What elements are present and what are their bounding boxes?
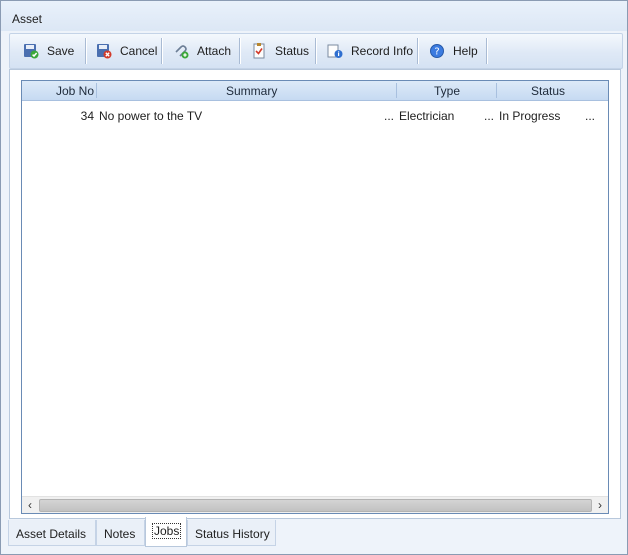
attach-button[interactable]: Attach [165, 35, 239, 67]
cancel-label: Cancel [120, 44, 158, 58]
window-title: Asset [12, 12, 43, 26]
cell-status: In Progress [499, 109, 561, 123]
tab-label: Status History [195, 527, 270, 541]
toolbar-separator [85, 38, 87, 64]
toolbar-separator [486, 38, 488, 64]
cell-job-no: 34 [80, 109, 94, 123]
title-bar: Asset [1, 1, 627, 31]
save-icon [24, 44, 39, 59]
asset-window: Asset Save Cancel Attach Status Record I… [0, 0, 628, 555]
cell-type: Electrician [399, 109, 455, 123]
horizontal-scrollbar[interactable]: ‹ › [22, 496, 608, 513]
cancel-button[interactable]: Cancel [88, 35, 165, 67]
column-header-summary[interactable]: Summary [226, 84, 277, 98]
record-info-button[interactable]: Record Info [319, 35, 421, 67]
column-header-job-no[interactable]: Job No [56, 84, 94, 98]
toolbar-separator [161, 38, 163, 64]
table-row[interactable]: 34 No power to the TV ... Electrician ..… [22, 107, 608, 125]
record-info-label: Record Info [351, 44, 414, 58]
jobs-grid: Job No Summary Type Status 34 No power t… [21, 80, 609, 514]
tab-asset-details[interactable]: Asset Details [8, 520, 96, 546]
status-checklist-icon [253, 43, 265, 59]
attach-icon [175, 45, 189, 59]
cell-ellipsis-button[interactable]: ... [585, 109, 595, 123]
tab-label: Jobs [151, 523, 182, 539]
toolbar: Save Cancel Attach Status Record Info ? … [9, 33, 623, 69]
status-label: Status [275, 44, 310, 58]
cell-ellipsis-button[interactable]: ... [484, 109, 494, 123]
save-button[interactable]: Save [15, 35, 82, 67]
column-divider[interactable] [496, 83, 497, 98]
tab-content-panel: Job No Summary Type Status 34 No power t… [9, 69, 621, 519]
tab-status-history[interactable]: Status History [187, 520, 276, 546]
tab-jobs[interactable]: Jobs [145, 517, 187, 547]
record-info-icon [327, 44, 343, 58]
scroll-right-icon[interactable]: › [592, 497, 608, 513]
toolbar-separator [315, 38, 317, 64]
scroll-left-icon[interactable]: ‹ [22, 497, 38, 513]
help-button[interactable]: ? Help [421, 35, 486, 67]
svg-text:?: ? [434, 47, 439, 58]
status-button[interactable]: Status [243, 35, 317, 67]
attach-label: Attach [197, 44, 232, 58]
tab-label: Asset Details [16, 527, 87, 541]
column-header-type[interactable]: Type [434, 84, 460, 98]
column-divider[interactable] [396, 83, 397, 98]
column-divider[interactable] [96, 83, 97, 98]
tab-notes[interactable]: Notes [96, 520, 145, 546]
cell-summary: No power to the TV [99, 109, 203, 123]
cancel-icon [97, 44, 112, 59]
column-header-status[interactable]: Status [531, 84, 565, 98]
save-label: Save [47, 44, 75, 58]
help-label: Help [453, 44, 478, 58]
tab-label: Notes [104, 527, 136, 541]
toolbar-separator [417, 38, 419, 64]
cell-ellipsis-button[interactable]: ... [384, 109, 394, 123]
scrollbar-thumb[interactable] [39, 499, 592, 512]
toolbar-separator [239, 38, 241, 64]
grid-header: Job No Summary Type Status [22, 81, 608, 101]
help-icon: ? [430, 44, 444, 58]
